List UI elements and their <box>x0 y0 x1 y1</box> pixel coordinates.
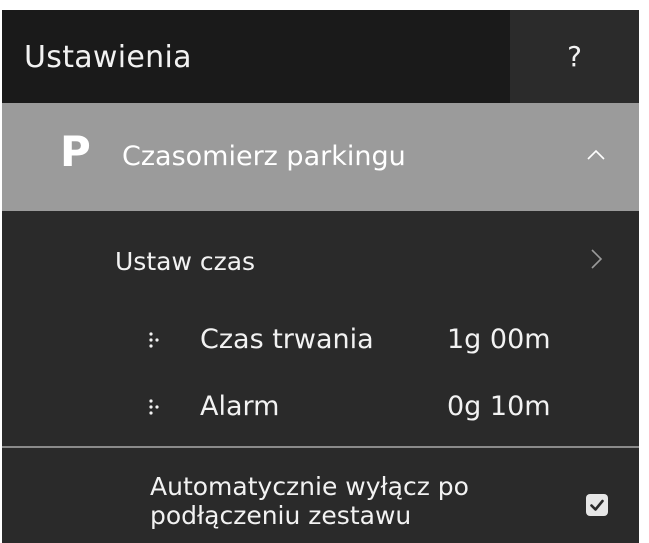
parking-icon: P <box>60 127 91 176</box>
set-time-row[interactable]: Ustaw czas <box>2 211 639 309</box>
page-title: Ustawienia <box>24 40 192 75</box>
auto-off-checkbox[interactable] <box>586 494 608 516</box>
help-icon: ? <box>567 40 582 73</box>
duration-label: Czas trwania <box>200 324 374 355</box>
alarm-value: 0g 10m <box>447 391 551 422</box>
help-button[interactable]: ? <box>510 10 639 103</box>
header-bar: Ustawienia ? <box>2 10 639 103</box>
alarm-item[interactable]: Alarm 0g 10m <box>2 382 639 432</box>
settings-panel: Ustawienia ? P Czasomierz parkingu Ustaw… <box>2 10 639 543</box>
drag-handle-icon <box>149 332 159 348</box>
parking-timer-section-header[interactable]: P Czasomierz parkingu <box>2 103 639 211</box>
duration-value: 1g 00m <box>447 324 551 355</box>
chevron-right-icon <box>591 249 603 269</box>
checkmark-icon <box>590 499 604 511</box>
section-title: Czasomierz parkingu <box>122 141 406 172</box>
set-time-label: Ustaw czas <box>115 247 256 276</box>
auto-off-label: Automatycznie wyłącz po podłączeniu zest… <box>150 472 469 530</box>
duration-item[interactable]: Czas trwania 1g 00m <box>2 315 639 365</box>
alarm-label: Alarm <box>200 391 280 422</box>
divider <box>2 446 639 448</box>
drag-handle-icon <box>149 399 159 415</box>
chevron-up-icon <box>587 149 605 160</box>
